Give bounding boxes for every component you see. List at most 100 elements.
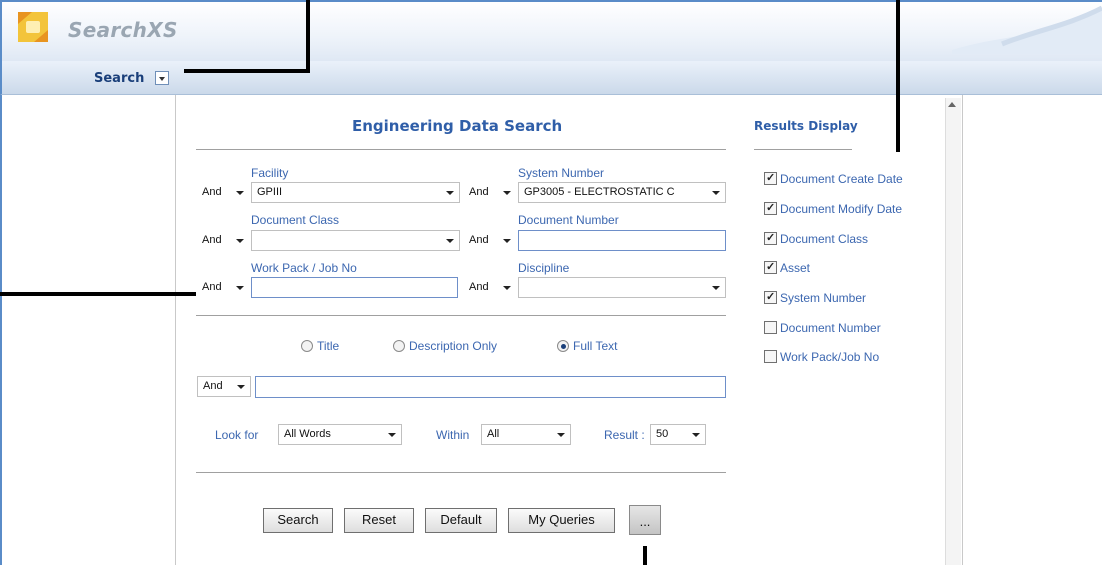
look-for-label: Look for [215,428,259,442]
work-pack-label: Work Pack / Job No [251,261,357,275]
look-for-select[interactable]: All Words [278,424,402,445]
radio-description-only[interactable]: Description Only [393,339,497,353]
checkbox-unchecked[interactable] [764,350,777,363]
reset-button[interactable]: Reset [344,508,414,533]
document-class-select[interactable] [251,230,460,251]
default-button[interactable]: Default [425,508,497,533]
result-count-select[interactable]: 50 [650,424,706,445]
operator-select[interactable]: And [196,182,250,203]
dropdown-arrow-icon [692,433,700,437]
discipline-select[interactable] [518,277,726,298]
facility-label: Facility [251,166,289,180]
app-header: SearchXS [0,0,1102,61]
text-query-input[interactable] [255,376,726,398]
operator-select[interactable]: And [463,230,517,251]
menu-bar: Search [0,61,1102,95]
divider [196,472,726,473]
checkbox-checked[interactable] [764,231,777,245]
result-option-label: System Number [780,291,867,305]
result-option-asset[interactable]: Asset [764,260,810,275]
facility-value: GPIII [257,186,283,198]
result-option-label: Document Modify Date [780,202,903,216]
callout-line [896,0,900,152]
operator-select[interactable]: And [463,277,517,298]
operator-value: And [202,186,222,198]
result-option-modify-date[interactable]: Document Modify Date [764,201,903,216]
result-count-value: 50 [656,428,669,440]
checkbox-unchecked[interactable] [764,321,777,334]
dropdown-arrow-icon [712,191,720,195]
within-label: Within [436,428,470,442]
operator-select[interactable]: And [196,230,250,251]
system-number-select[interactable]: GP3005 - ELECTROSTATIC C [518,182,726,203]
operator-select[interactable]: And [463,182,517,203]
operator-value: And [469,186,489,198]
checkbox-checked[interactable] [764,290,777,304]
within-value: All [487,428,500,440]
window-left-edge [0,95,2,565]
document-number-label: Document Number [518,213,619,227]
result-option-label: Document Class [780,232,869,246]
dropdown-arrow-icon [712,286,720,290]
dropdown-arrow-icon [236,239,244,243]
checkbox-checked[interactable] [764,201,777,215]
document-class-label: Document Class [251,213,340,227]
scroll-up-icon[interactable] [948,102,956,107]
result-option-document-class[interactable]: Document Class [764,231,869,246]
more-options-button[interactable]: ... [629,505,661,535]
result-option-label: Document Number [780,321,881,335]
radio-button-selected[interactable] [557,340,569,352]
operator-value: And [202,281,222,293]
result-option-work-pack[interactable]: Work Pack/Job No [764,350,879,364]
system-number-label: System Number [518,166,605,180]
divider [196,149,726,150]
result-option-document-number[interactable]: Document Number [764,321,881,335]
header-decoration [952,5,1102,54]
divider [196,315,726,316]
dropdown-arrow-icon [446,239,454,243]
search-button[interactable]: Search [263,508,333,533]
document-number-input[interactable] [518,230,726,251]
chevron-down-icon[interactable] [155,71,169,85]
divider [754,149,852,150]
dropdown-arrow-icon [388,433,396,437]
my-queries-button[interactable]: My Queries [508,508,615,533]
callout-line [0,292,196,296]
operator-select[interactable]: And [196,277,250,298]
work-pack-input[interactable] [251,277,458,298]
dropdown-arrow-icon [236,286,244,290]
operator-value: And [469,234,489,246]
radio-title[interactable]: Title [301,339,339,353]
system-number-value: GP3005 - ELECTROSTATIC C [524,186,675,198]
radio-full-text[interactable]: Full Text [557,339,617,353]
radio-button[interactable] [301,340,313,352]
form-title: Engineering Data Search [352,117,563,135]
radio-description-label: Description Only [409,339,498,353]
operator-value: And [203,380,223,392]
callout-line [306,0,310,73]
radio-button[interactable] [393,340,405,352]
facility-select[interactable]: GPIII [251,182,460,203]
result-option-create-date[interactable]: Document Create Date [764,171,903,186]
dropdown-arrow-icon [446,191,454,195]
app-logo-icon [18,12,48,42]
result-option-label: Work Pack/Job No [780,350,880,364]
vertical-scrollbar[interactable] [945,98,961,565]
app-title: SearchXS [68,18,178,42]
operator-select[interactable]: And [197,376,251,397]
discipline-label: Discipline [518,261,570,275]
checkbox-checked[interactable] [764,260,777,274]
dropdown-arrow-icon [557,433,565,437]
dropdown-arrow-icon [503,239,511,243]
radio-full-text-label: Full Text [573,339,618,353]
dropdown-arrow-icon [237,385,245,389]
within-select[interactable]: All [481,424,571,445]
checkbox-checked[interactable] [764,171,777,185]
dropdown-arrow-icon [236,191,244,195]
dropdown-arrow-icon [503,191,511,195]
results-display-title: Results Display [754,119,858,133]
menu-search[interactable]: Search [94,71,144,86]
result-label: Result : [604,428,645,442]
dropdown-arrow-icon [503,286,511,290]
result-option-system-number[interactable]: System Number [764,290,867,305]
